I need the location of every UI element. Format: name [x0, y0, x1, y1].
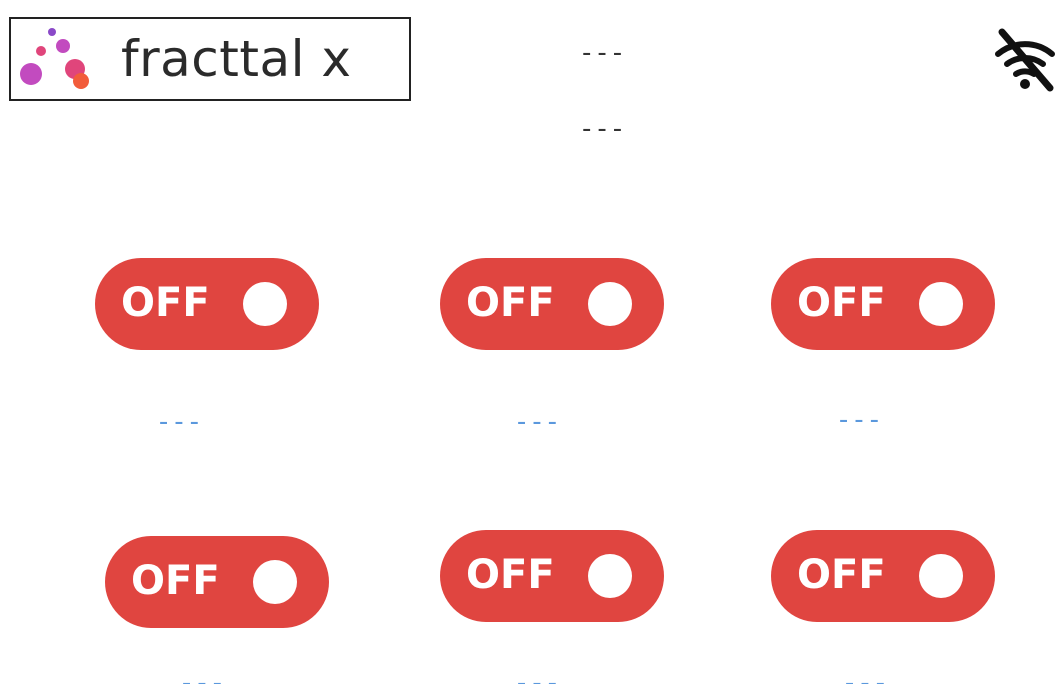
switch-3-knob — [919, 282, 963, 326]
wifi-off-icon — [995, 28, 1055, 92]
switch-3-caption: --- — [838, 405, 886, 435]
switch-1-toggle[interactable]: OFF — [95, 258, 319, 350]
logo: fracttal x — [9, 17, 411, 101]
switch-4-caption: --- — [181, 668, 229, 684]
switch-1-knob — [243, 282, 287, 326]
switch-5-state: OFF — [466, 552, 555, 598]
app-screen: fracttal x --- --- OFF --- OFF --- OFF -… — [0, 0, 1064, 684]
switch-6-toggle[interactable]: OFF — [771, 530, 995, 622]
switch-5-caption: --- — [516, 668, 564, 684]
status-line-2: --- — [582, 114, 629, 144]
switch-3-state: OFF — [797, 280, 886, 326]
switch-6-caption: --- — [844, 668, 892, 684]
logo-text: fracttal x — [121, 30, 352, 88]
switch-2-toggle[interactable]: OFF — [440, 258, 664, 350]
switch-1-caption: --- — [158, 407, 206, 437]
switch-2-state: OFF — [466, 280, 555, 326]
switch-5-toggle[interactable]: OFF — [440, 530, 664, 622]
switch-2-knob — [588, 282, 632, 326]
switch-4-toggle[interactable]: OFF — [105, 536, 329, 628]
switch-5-knob — [588, 554, 632, 598]
switch-4-knob — [253, 560, 297, 604]
status-line-1: --- — [582, 38, 629, 68]
logo-dots-icon — [20, 28, 89, 89]
switch-2-caption: --- — [516, 407, 564, 437]
switch-1-state: OFF — [121, 280, 210, 326]
switch-6-state: OFF — [797, 552, 886, 598]
switch-6-knob — [919, 554, 963, 598]
switch-3-toggle[interactable]: OFF — [771, 258, 995, 350]
switch-4-state: OFF — [131, 558, 220, 604]
